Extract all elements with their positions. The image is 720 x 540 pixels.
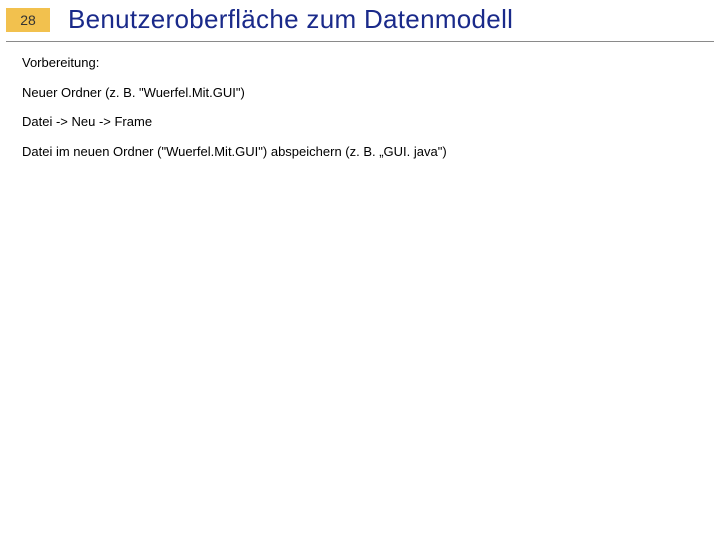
- slide-title: Benutzeroberfläche zum Datenmodell: [68, 4, 513, 35]
- body-line-2: Neuer Ordner (z. B. "Wuerfel.Mit.GUI"): [22, 84, 720, 102]
- slide-header: 28 Benutzeroberfläche zum Datenmodell: [0, 0, 720, 35]
- slide: 28 Benutzeroberfläche zum Datenmodell Vo…: [0, 0, 720, 540]
- body-line-4: Datei im neuen Ordner ("Wuerfel.Mit.GUI"…: [22, 143, 720, 161]
- slide-body: Vorbereitung: Neuer Ordner (z. B. "Wuerf…: [0, 52, 720, 160]
- header-divider: [6, 41, 714, 42]
- body-line-1: Vorbereitung:: [22, 54, 720, 72]
- body-line-3: Datei -> Neu -> Frame: [22, 113, 720, 131]
- slide-number: 28: [6, 8, 50, 32]
